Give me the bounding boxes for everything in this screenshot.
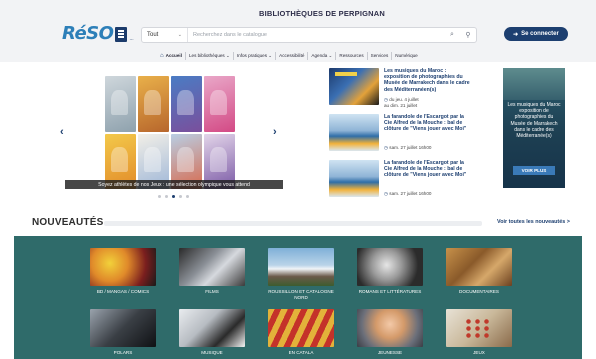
category-label: DOCUMENTAIRES bbox=[459, 289, 499, 294]
news-date-line2: au dim. 21 juillet bbox=[384, 102, 418, 108]
category-label: ROUSSILLON ET CATALOGNE NORD bbox=[268, 289, 334, 300]
nav-item-ressources[interactable]: Ressources bbox=[336, 51, 368, 60]
news-date-line1: sam. 27 juillet 16h00 bbox=[389, 191, 432, 196]
slider-prev-icon[interactable]: ‹ bbox=[60, 126, 64, 138]
nav-item-infos-pratiques[interactable]: Infos pratiques ⌄ bbox=[234, 51, 277, 60]
category-label: EN CATALA bbox=[288, 350, 314, 355]
category-thumbnail bbox=[179, 309, 245, 347]
news-item[interactable]: La farandole de l'Escargot par la Cie Al… bbox=[329, 160, 469, 205]
category-label: POLARS bbox=[113, 350, 133, 355]
news-date-line1: du jeu. 4 juillet bbox=[389, 97, 419, 102]
nav-item-services[interactable]: Services bbox=[368, 51, 393, 60]
see-all-nouveautes-link[interactable]: Voir toutes les nouveautés > bbox=[497, 219, 570, 225]
category-romans[interactable]: ROMANS ET LITTÉRATURES bbox=[357, 248, 423, 295]
news-title[interactable]: La farandole de l'Escargot par la Cie Al… bbox=[384, 114, 470, 133]
category-label: FILMS bbox=[205, 289, 219, 294]
category-label: MUSIQUE bbox=[201, 350, 223, 355]
search-scope-value: Tout bbox=[147, 32, 159, 38]
search-bar: Tout ⌄ ⌕ ⚲ bbox=[141, 27, 477, 43]
promo-text: Les musiques du Maroc exposition de phot… bbox=[507, 102, 561, 140]
news-date: ◷ sam. 27 juillet 16h00 bbox=[384, 145, 431, 151]
slider-caption[interactable]: Soyez athlètes de nos Jeux : une sélecti… bbox=[65, 180, 283, 189]
category-thumbnail bbox=[446, 248, 512, 286]
site-header: RéSO ... BIBLIOTHÈQUES DE PERPIGNAN Tout… bbox=[0, 0, 596, 62]
category-thumbnail bbox=[90, 309, 156, 347]
category-musique[interactable]: MUSIQUE bbox=[179, 309, 245, 356]
category-label: JEUNESSE bbox=[377, 350, 403, 355]
news-date: ◷ sam. 27 juillet 16h00 bbox=[384, 191, 431, 197]
book-cover bbox=[204, 76, 235, 132]
slider-dot-active[interactable] bbox=[172, 195, 175, 198]
slider-dot[interactable] bbox=[179, 195, 182, 198]
category-thumbnail bbox=[268, 248, 334, 286]
slider-dot[interactable] bbox=[165, 195, 168, 198]
news-thumbnail[interactable] bbox=[329, 160, 379, 197]
nouveautes-categories: BD / MANGAS / COMICS FILMS ROUSSILLON ET… bbox=[14, 236, 582, 359]
logo-text: RéSO bbox=[62, 23, 114, 44]
slider-next-icon[interactable]: › bbox=[273, 126, 277, 138]
slider-dot[interactable] bbox=[186, 195, 189, 198]
nav-item-accueil[interactable]: ⌂ Accueil bbox=[157, 51, 186, 60]
site-title: BIBLIOTHÈQUES DE PERPIGNAN bbox=[258, 9, 386, 18]
site-logo[interactable]: RéSO ... bbox=[62, 22, 134, 44]
news-date: ◷ du jeu. 4 juillet au dim. 21 juillet bbox=[384, 97, 419, 108]
category-bd-mangas-comics[interactable]: BD / MANGAS / COMICS bbox=[90, 248, 156, 295]
section-divider bbox=[104, 221, 482, 226]
category-thumbnail bbox=[268, 309, 334, 347]
hero-slider: ‹ Soyez athlètes de nos Jeux : une sélec… bbox=[60, 68, 310, 203]
slider-dot[interactable] bbox=[158, 195, 161, 198]
category-roussillon[interactable]: ROUSSILLON ET CATALOGNE NORD bbox=[268, 248, 334, 300]
category-label: ROMANS ET LITTÉRATURES bbox=[358, 289, 422, 294]
advanced-search-icon[interactable]: ⚲ bbox=[460, 31, 476, 39]
search-input[interactable] bbox=[188, 28, 444, 42]
category-jeux[interactable]: JEUX bbox=[446, 309, 512, 356]
chevron-down-icon: ⌄ bbox=[177, 32, 182, 38]
category-jeunesse[interactable]: JEUNESSE bbox=[357, 309, 423, 356]
category-label: BD / MANGAS / COMICS bbox=[96, 289, 150, 294]
login-label: Se connecter bbox=[521, 31, 559, 37]
news-item[interactable]: Les musiques du Maroc : exposition de ph… bbox=[329, 68, 470, 113]
category-polars[interactable]: POLARS bbox=[90, 309, 156, 356]
book-cover bbox=[138, 76, 169, 132]
category-label: JEUX bbox=[473, 350, 485, 355]
category-thumbnail bbox=[357, 248, 423, 286]
category-films[interactable]: FILMS bbox=[179, 248, 245, 295]
news-title[interactable]: Les musiques du Maroc : exposition de ph… bbox=[384, 68, 470, 93]
news-title[interactable]: La farandole de l'Escargot par la Cie Al… bbox=[384, 160, 470, 179]
slider-image[interactable] bbox=[105, 76, 235, 189]
logo-book-icon bbox=[115, 27, 128, 42]
nouveautes-heading: NOUVEAUTÉS bbox=[32, 217, 104, 228]
news-item[interactable]: La farandole de l'Escargot par la Cie Al… bbox=[329, 114, 469, 159]
nav-item-bibliotheques[interactable]: Les bibliothèques ⌄ bbox=[186, 51, 234, 60]
clock-icon: ◷ bbox=[384, 145, 389, 150]
search-scope-select[interactable]: Tout ⌄ bbox=[142, 28, 188, 42]
promo-see-more-button[interactable]: VOIR PLUS bbox=[513, 166, 555, 175]
category-thumbnail bbox=[90, 248, 156, 286]
nav-item-accessibilite[interactable]: Accessibilité bbox=[276, 51, 309, 60]
category-thumbnail bbox=[357, 309, 423, 347]
clock-icon: ◷ bbox=[384, 97, 389, 102]
home-icon: ⌂ bbox=[160, 52, 164, 59]
agenda-news-list: Les musiques du Maroc : exposition de ph… bbox=[329, 68, 470, 206]
category-en-catala[interactable]: EN CATALA bbox=[268, 309, 334, 356]
nav-item-agenda[interactable]: Agenda ⌄ bbox=[308, 51, 337, 60]
nav-item-label: Accueil bbox=[165, 53, 182, 58]
category-thumbnail bbox=[179, 248, 245, 286]
category-thumbnail bbox=[446, 309, 512, 347]
logo-subtext: ... bbox=[129, 36, 134, 42]
search-icon[interactable]: ⌕ bbox=[444, 31, 460, 39]
news-thumbnail[interactable] bbox=[329, 114, 379, 151]
slider-dots bbox=[158, 195, 189, 198]
book-cover bbox=[105, 76, 136, 132]
news-date-line1: sam. 27 juillet 16h00 bbox=[389, 145, 432, 150]
category-documentaires[interactable]: DOCUMENTAIRES bbox=[446, 248, 512, 295]
nav-item-numerique[interactable]: Numérique bbox=[392, 52, 420, 60]
clock-icon: ◷ bbox=[384, 191, 389, 196]
login-button[interactable]: ➜ Se connecter bbox=[504, 27, 568, 41]
promo-banner[interactable]: Les musiques du Maroc exposition de phot… bbox=[503, 68, 565, 188]
book-cover bbox=[171, 76, 202, 132]
main-nav: ⌂ Accueil Les bibliothèques ⌄ Infos prat… bbox=[157, 50, 421, 61]
login-icon: ➜ bbox=[513, 31, 519, 38]
news-thumbnail[interactable] bbox=[329, 68, 379, 105]
